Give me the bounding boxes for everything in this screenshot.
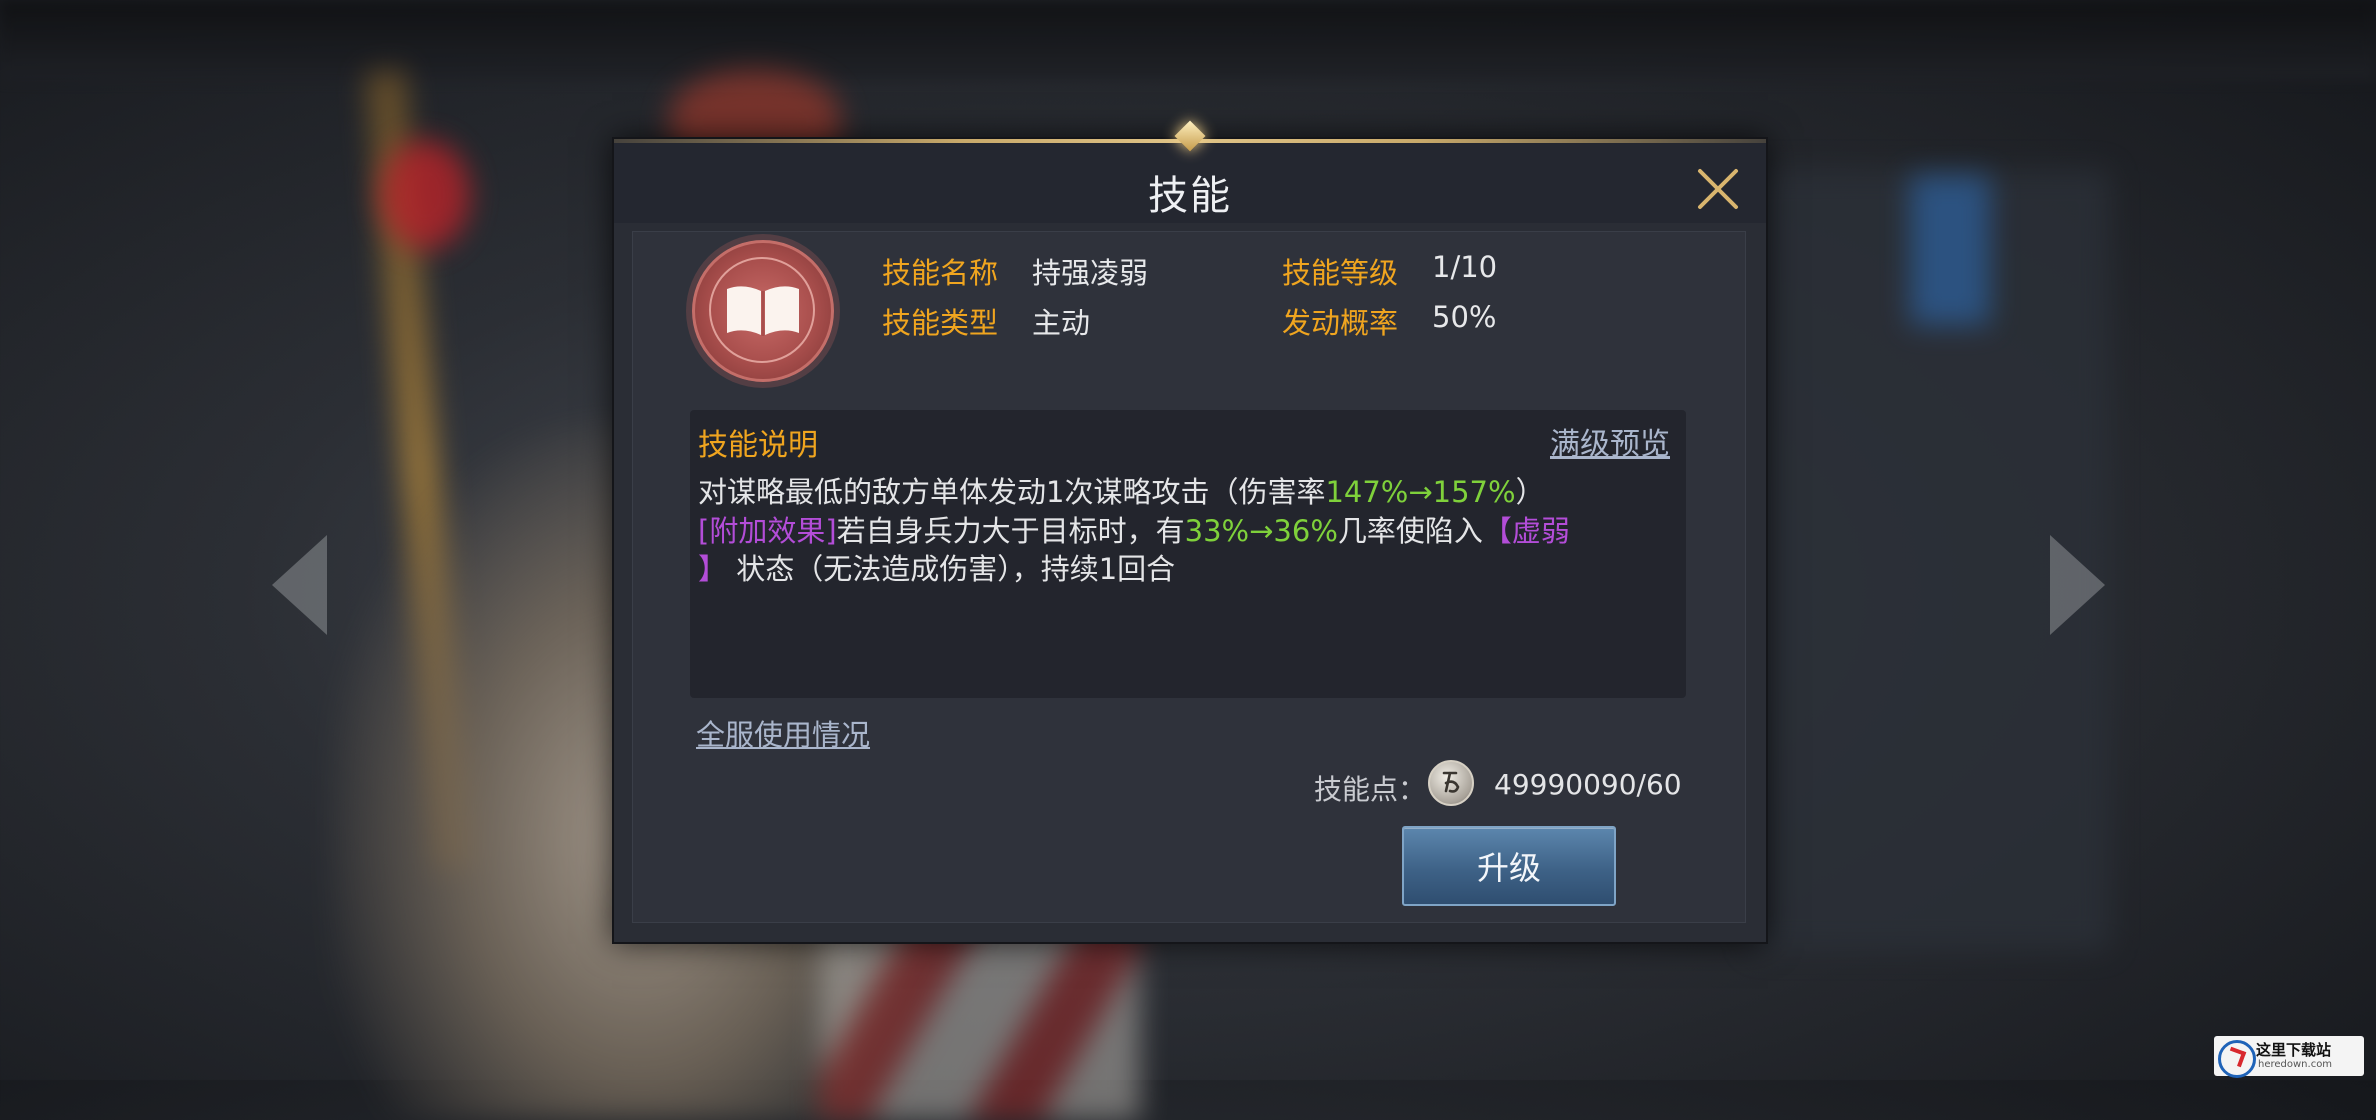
status-weak-tag: 【虚弱 — [1482, 514, 1570, 548]
background-ornament — [380, 140, 470, 250]
description-text: 几率使陷入 — [1337, 514, 1483, 548]
skill-name: 持强凌弱 — [1032, 256, 1149, 290]
arrow-left-icon[interactable] — [272, 535, 327, 635]
description-text-end: ） — [1515, 475, 1545, 509]
upgrade-button[interactable]: 升级 — [1402, 826, 1616, 906]
watermark-url: heredown.com — [2258, 1059, 2333, 1070]
description-line-3: 】 状态（无法造成伤害），持续1回合 — [698, 546, 1175, 588]
description-line-2: [附加效果]若自身兵力大于目标时，有33%→36%几率使陷入【虚弱 — [698, 508, 1570, 550]
skill-chance: 50% — [1432, 300, 1497, 334]
skill-type-label: 技能类型 — [882, 306, 999, 340]
dialog-title-bar: 技能 — [614, 143, 1766, 223]
damage-rate-highlight: 147%→157% — [1325, 475, 1516, 509]
watermark: 这里下载站 heredown.com — [2214, 1036, 2364, 1078]
extra-effect-tag: [附加效果] — [698, 514, 837, 548]
description-text: 若自身兵力大于目标时，有 — [836, 514, 1185, 548]
coin-glyph — [1442, 771, 1460, 793]
dialog-title: 技能 — [1148, 173, 1232, 219]
close-icon — [1698, 169, 1738, 209]
background-top-bar — [0, 0, 2376, 80]
max-level-preview-link[interactable]: 满级预览 — [1550, 419, 1670, 463]
skill-level-label: 技能等级 — [1282, 256, 1399, 290]
server-usage-link[interactable]: 全服使用情况 — [696, 712, 870, 754]
background-card — [1910, 175, 1990, 325]
coin-icon — [1428, 760, 1474, 806]
skill-chance-label: 发动概率 — [1282, 306, 1399, 340]
status-weak-tag-end: 】 — [698, 552, 728, 586]
skill-type: 主动 — [1032, 306, 1091, 340]
skill-name-label: 技能名称 — [882, 256, 999, 290]
description-title: 技能说明 — [698, 428, 818, 463]
chance-highlight: 33%→36% — [1184, 514, 1338, 548]
arrow-right-icon[interactable] — [2050, 535, 2105, 635]
skill-points-label: 技能点： — [1314, 773, 1427, 806]
close-button[interactable] — [1692, 163, 1744, 215]
description-text: 状态（无法造成伤害），持续1回合 — [736, 552, 1176, 586]
watermark-title: 这里下载站 — [2256, 1041, 2332, 1059]
watermark-logo-icon — [2218, 1040, 2256, 1078]
description-text: 对谋略最低的敌方单体发动1次谋略攻击（伤害率 — [698, 475, 1326, 509]
skill-level: 1/10 — [1432, 250, 1498, 284]
book-icon — [727, 286, 799, 336]
skill-points-value: 49990090/60 — [1494, 768, 1682, 801]
skill-icon — [692, 240, 834, 382]
description-line-1: 对谋略最低的敌方单体发动1次谋略攻击（伤害率147%→157%） — [698, 469, 1545, 511]
